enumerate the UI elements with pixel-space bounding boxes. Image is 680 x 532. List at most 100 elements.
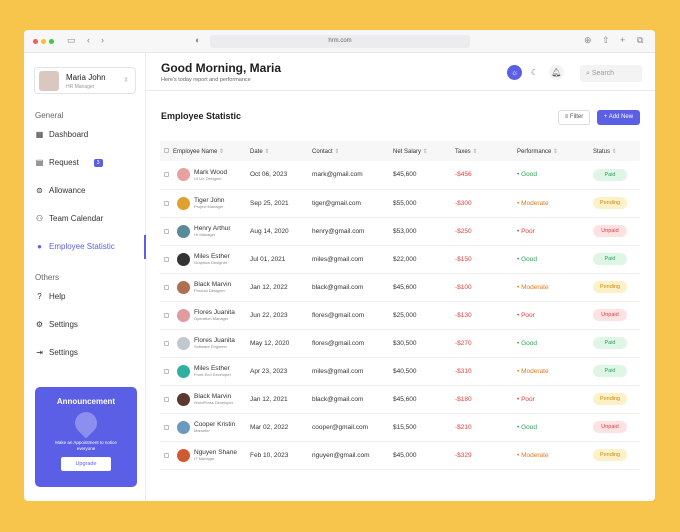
contact-cell[interactable]: black@gmail.com [312,273,393,302]
forward-icon[interactable]: › [101,35,104,45]
table-row[interactable]: Black Marvin WordPress Developer Jan 12, … [160,385,640,414]
performance-dot-icon: • [517,451,520,459]
row-checkbox[interactable] [164,396,169,402]
sidebar-item-help[interactable]: ? Help [35,292,65,301]
add-new-button[interactable]: + Add New [597,110,640,125]
share-icon[interactable]: ⇧ [602,35,610,46]
employee-role: Software Engineer [194,344,227,349]
contact-cell[interactable]: miles@gmail.com [312,357,393,386]
row-checkbox[interactable] [164,340,169,346]
address-bar[interactable]: hrm.com [210,35,470,48]
salary-cell: $45,600 [393,161,455,190]
contact-cell[interactable]: cooper@gmail.com [312,413,393,442]
sidebar-toggle-icon[interactable]: ▭ [67,35,76,46]
column-header[interactable]: Performance ⇕ [517,141,593,161]
table-row[interactable]: Black Marvin Product Designer Jan 12, 202… [160,273,640,302]
row-checkbox[interactable] [164,452,169,458]
sort-icon[interactable]: ⇕ [334,149,339,155]
date-cell: Jan 12, 2022 [250,273,312,302]
tabs-icon[interactable]: ⧉ [637,35,643,46]
employee-name: Miles Esther [194,365,230,372]
performance-cell: • Moderate [517,441,593,470]
contact-cell[interactable]: henry@gmail.com [312,217,393,246]
performance-dot-icon: • [517,339,520,347]
sort-icon[interactable]: ⇕ [553,149,558,155]
upgrade-button[interactable]: Upgrade [61,457,111,471]
tax-cell: -$300 [455,189,517,218]
sidebar-item-settings-2[interactable]: ⇥ Settings [35,348,78,357]
sort-icon[interactable]: ⇕ [472,149,477,155]
row-checkbox[interactable] [164,368,169,374]
table-row[interactable]: Miles Esther Front End Developer Apr 23, … [160,357,640,386]
column-header[interactable]: Net Salary ⇕ [393,141,455,161]
sort-icon[interactable]: ⇕ [219,149,224,155]
contact-cell[interactable]: black@gmail.com [312,385,393,414]
performance-label: Poor [521,395,535,403]
select-all-checkbox[interactable] [164,147,169,153]
contact-cell[interactable]: flores@gmail.com [312,329,393,358]
sidebar-item-dashboard[interactable]: ▦ Dashboard [35,130,88,139]
avatar [177,168,190,182]
employee-role: Product Designer [194,288,225,293]
row-checkbox[interactable] [164,424,169,430]
table-row[interactable]: Tiger John Project Manager Sep 25, 2021 t… [160,189,640,218]
employee-name: Nguyen Shane [194,449,238,456]
performance-label: Moderate [521,283,549,291]
table-row[interactable]: Mark Wood UI UX Designer Oct 06, 2023 mar… [160,161,640,190]
chevron-updown-icon: ⇳ [123,77,129,84]
table-row[interactable]: Flores Juanita Operation Manager Jun 22, … [160,301,640,330]
new-tab-icon[interactable]: + [620,35,625,45]
row-checkbox[interactable] [164,228,169,234]
column-header[interactable]: Date ⇕ [250,141,312,161]
sidebar-item-team-calendar[interactable]: ⚇ Team Calendar [35,214,103,223]
row-checkbox[interactable] [164,200,169,206]
column-header[interactable]: Contact ⇕ [312,141,393,161]
performance-dot-icon: • [517,311,520,319]
download-icon[interactable]: ⊕ [584,35,592,46]
table-row[interactable]: Nguyen Shane IT Manager Feb 10, 2023 nguy… [160,441,640,470]
sidebar-item-request[interactable]: ▤ Request 3 [35,158,103,167]
contact-cell[interactable]: tiger@gmail.com [312,189,393,218]
sidebar-item-allowance[interactable]: ⊜ Allowance [35,186,85,195]
light-mode-icon[interactable]: ☼ [507,65,522,80]
row-checkbox[interactable] [164,256,169,262]
row-checkbox[interactable] [164,312,169,318]
label: Settings [49,320,78,329]
employee-name: Black Marvin [194,393,232,400]
row-checkbox[interactable] [164,284,169,290]
section-general: General [35,111,64,120]
dark-mode-icon[interactable]: ☾ [527,65,542,80]
performance-dot-icon: • [517,171,520,179]
sort-icon[interactable]: ⇕ [423,149,428,155]
filter-button[interactable]: ≡ Filter [558,110,590,125]
search-input[interactable]: ⌕ Search [580,65,642,82]
sidebar-item-employee-statistic[interactable]: ● Employee Statistic [35,242,115,251]
table-row[interactable]: Miles Esther Graphics Designer Jul 01, 20… [160,245,640,274]
bell-icon[interactable]: 🔔︎ [549,65,564,80]
contact-cell[interactable]: nguyen@gmail.com [312,441,393,470]
sort-icon[interactable]: ⇕ [612,149,617,155]
table-row[interactable]: Henry Arthur Hr Manager Aug 14, 2020 henr… [160,217,640,246]
performance-label: Moderate [521,367,549,375]
column-header[interactable]: Employee Name ⇕ [160,141,250,161]
column-header[interactable]: Status ⇕ [593,141,640,161]
column-header[interactable]: Taxes ⇕ [455,141,517,161]
performance-label: Good [521,423,537,431]
shield-icon[interactable]: ◐ [195,35,200,45]
row-checkbox[interactable] [164,172,169,178]
table-row[interactable]: Cooper Kristin Marketer Mar 02, 2022 coop… [160,413,640,442]
close-dot[interactable] [33,39,38,44]
sidebar-item-settings[interactable]: ⚙ Settings [35,320,78,329]
sort-icon[interactable]: ⇕ [264,149,269,155]
contact-cell[interactable]: miles@gmail.com [312,245,393,274]
tax-cell: -$329 [455,441,517,470]
minimize-dot[interactable] [41,39,46,44]
contact-cell[interactable]: mark@gmail.com [312,161,393,190]
employee-name: Flores Juanita [194,309,235,316]
header: Good Morning, Maria Here's today report … [146,53,655,91]
back-icon[interactable]: ‹ [87,35,90,45]
maximize-dot[interactable] [49,39,54,44]
profile-switcher[interactable]: Maria John HR Manager ⇳ [34,67,136,94]
table-row[interactable]: Flores Juanita Software Engineer May 12, … [160,329,640,358]
contact-cell[interactable]: flores@gmail.com [312,301,393,330]
